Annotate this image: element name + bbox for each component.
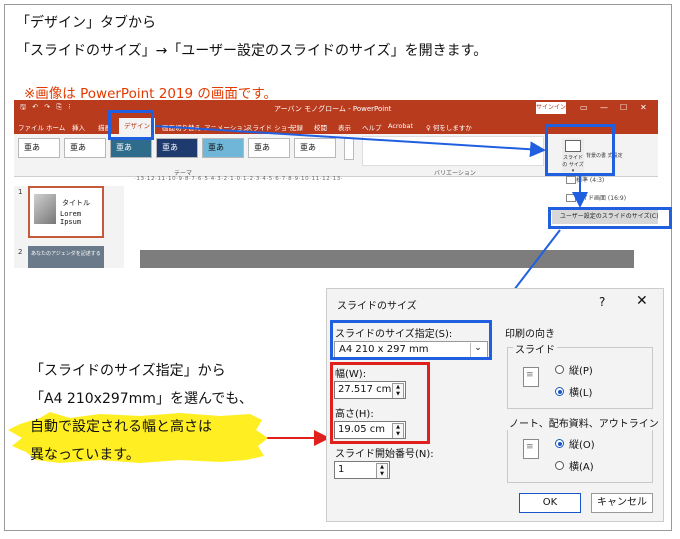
slide-page-icon <box>523 367 539 387</box>
notes-group-label: ノート、配布資料、アウトライン <box>507 415 661 430</box>
notes-landscape-label[interactable]: 横(A) <box>569 458 594 473</box>
slide-landscape-label[interactable]: 横(L) <box>569 384 592 399</box>
orientation-title: 印刷の向き <box>505 329 555 340</box>
notes-portrait-label[interactable]: 縦(O) <box>569 436 595 451</box>
caption-line-2: 「A4 210x297mm」を選んでも、 <box>30 391 253 407</box>
cancel-button[interactable]: キャンセル <box>591 493 653 513</box>
highlight-size-select <box>330 320 492 360</box>
slide-portrait-label[interactable]: 縦(P) <box>569 362 593 377</box>
dialog-title: スライドのサイズ <box>337 301 417 312</box>
caption-line-1: 「スライドのサイズ指定」から <box>30 363 226 379</box>
notes-page-icon <box>523 439 539 459</box>
notes-landscape-radio[interactable] <box>555 461 564 470</box>
highlight-width-height <box>330 362 430 444</box>
ok-button[interactable]: OK <box>519 493 581 513</box>
start-number-field[interactable]: 1 ▲ ▼ <box>334 461 390 479</box>
slide-portrait-radio[interactable] <box>555 365 564 374</box>
start-number-label: スライド開始番号(N): <box>335 449 434 460</box>
slide-group-label: スライド <box>513 341 557 356</box>
notes-portrait-radio[interactable] <box>555 439 564 448</box>
arrow-design-to-size <box>154 125 546 158</box>
start-number-spinner-icon[interactable]: ▲ ▼ <box>376 463 388 478</box>
help-icon[interactable]: ? <box>599 295 605 309</box>
slide-landscape-radio[interactable] <box>555 387 564 396</box>
start-number-value: 1 <box>338 464 345 475</box>
caption-line-4: 異なっています。 <box>30 447 140 463</box>
dialog-close-icon[interactable]: ✕ <box>636 293 648 309</box>
caption-line-3: 自動で設定される幅と高さは <box>30 419 212 435</box>
